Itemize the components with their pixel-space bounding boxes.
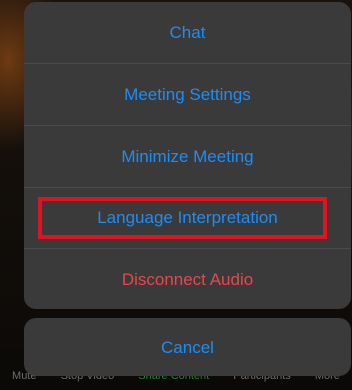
action-sheet: Chat Meeting Settings Minimize Meeting L… xyxy=(24,2,351,309)
meeting-settings-button[interactable]: Meeting Settings xyxy=(24,85,351,105)
cancel-button[interactable]: Cancel xyxy=(24,338,351,358)
divider xyxy=(24,248,351,249)
chat-button[interactable]: Chat xyxy=(24,23,351,43)
divider xyxy=(24,125,351,126)
language-interpretation-button[interactable]: Language Interpretation xyxy=(24,208,351,228)
disconnect-audio-button[interactable]: Disconnect Audio xyxy=(24,270,351,290)
divider xyxy=(24,187,351,188)
cancel-sheet: Cancel xyxy=(24,318,351,376)
divider xyxy=(24,63,351,64)
minimize-meeting-button[interactable]: Minimize Meeting xyxy=(24,147,351,167)
